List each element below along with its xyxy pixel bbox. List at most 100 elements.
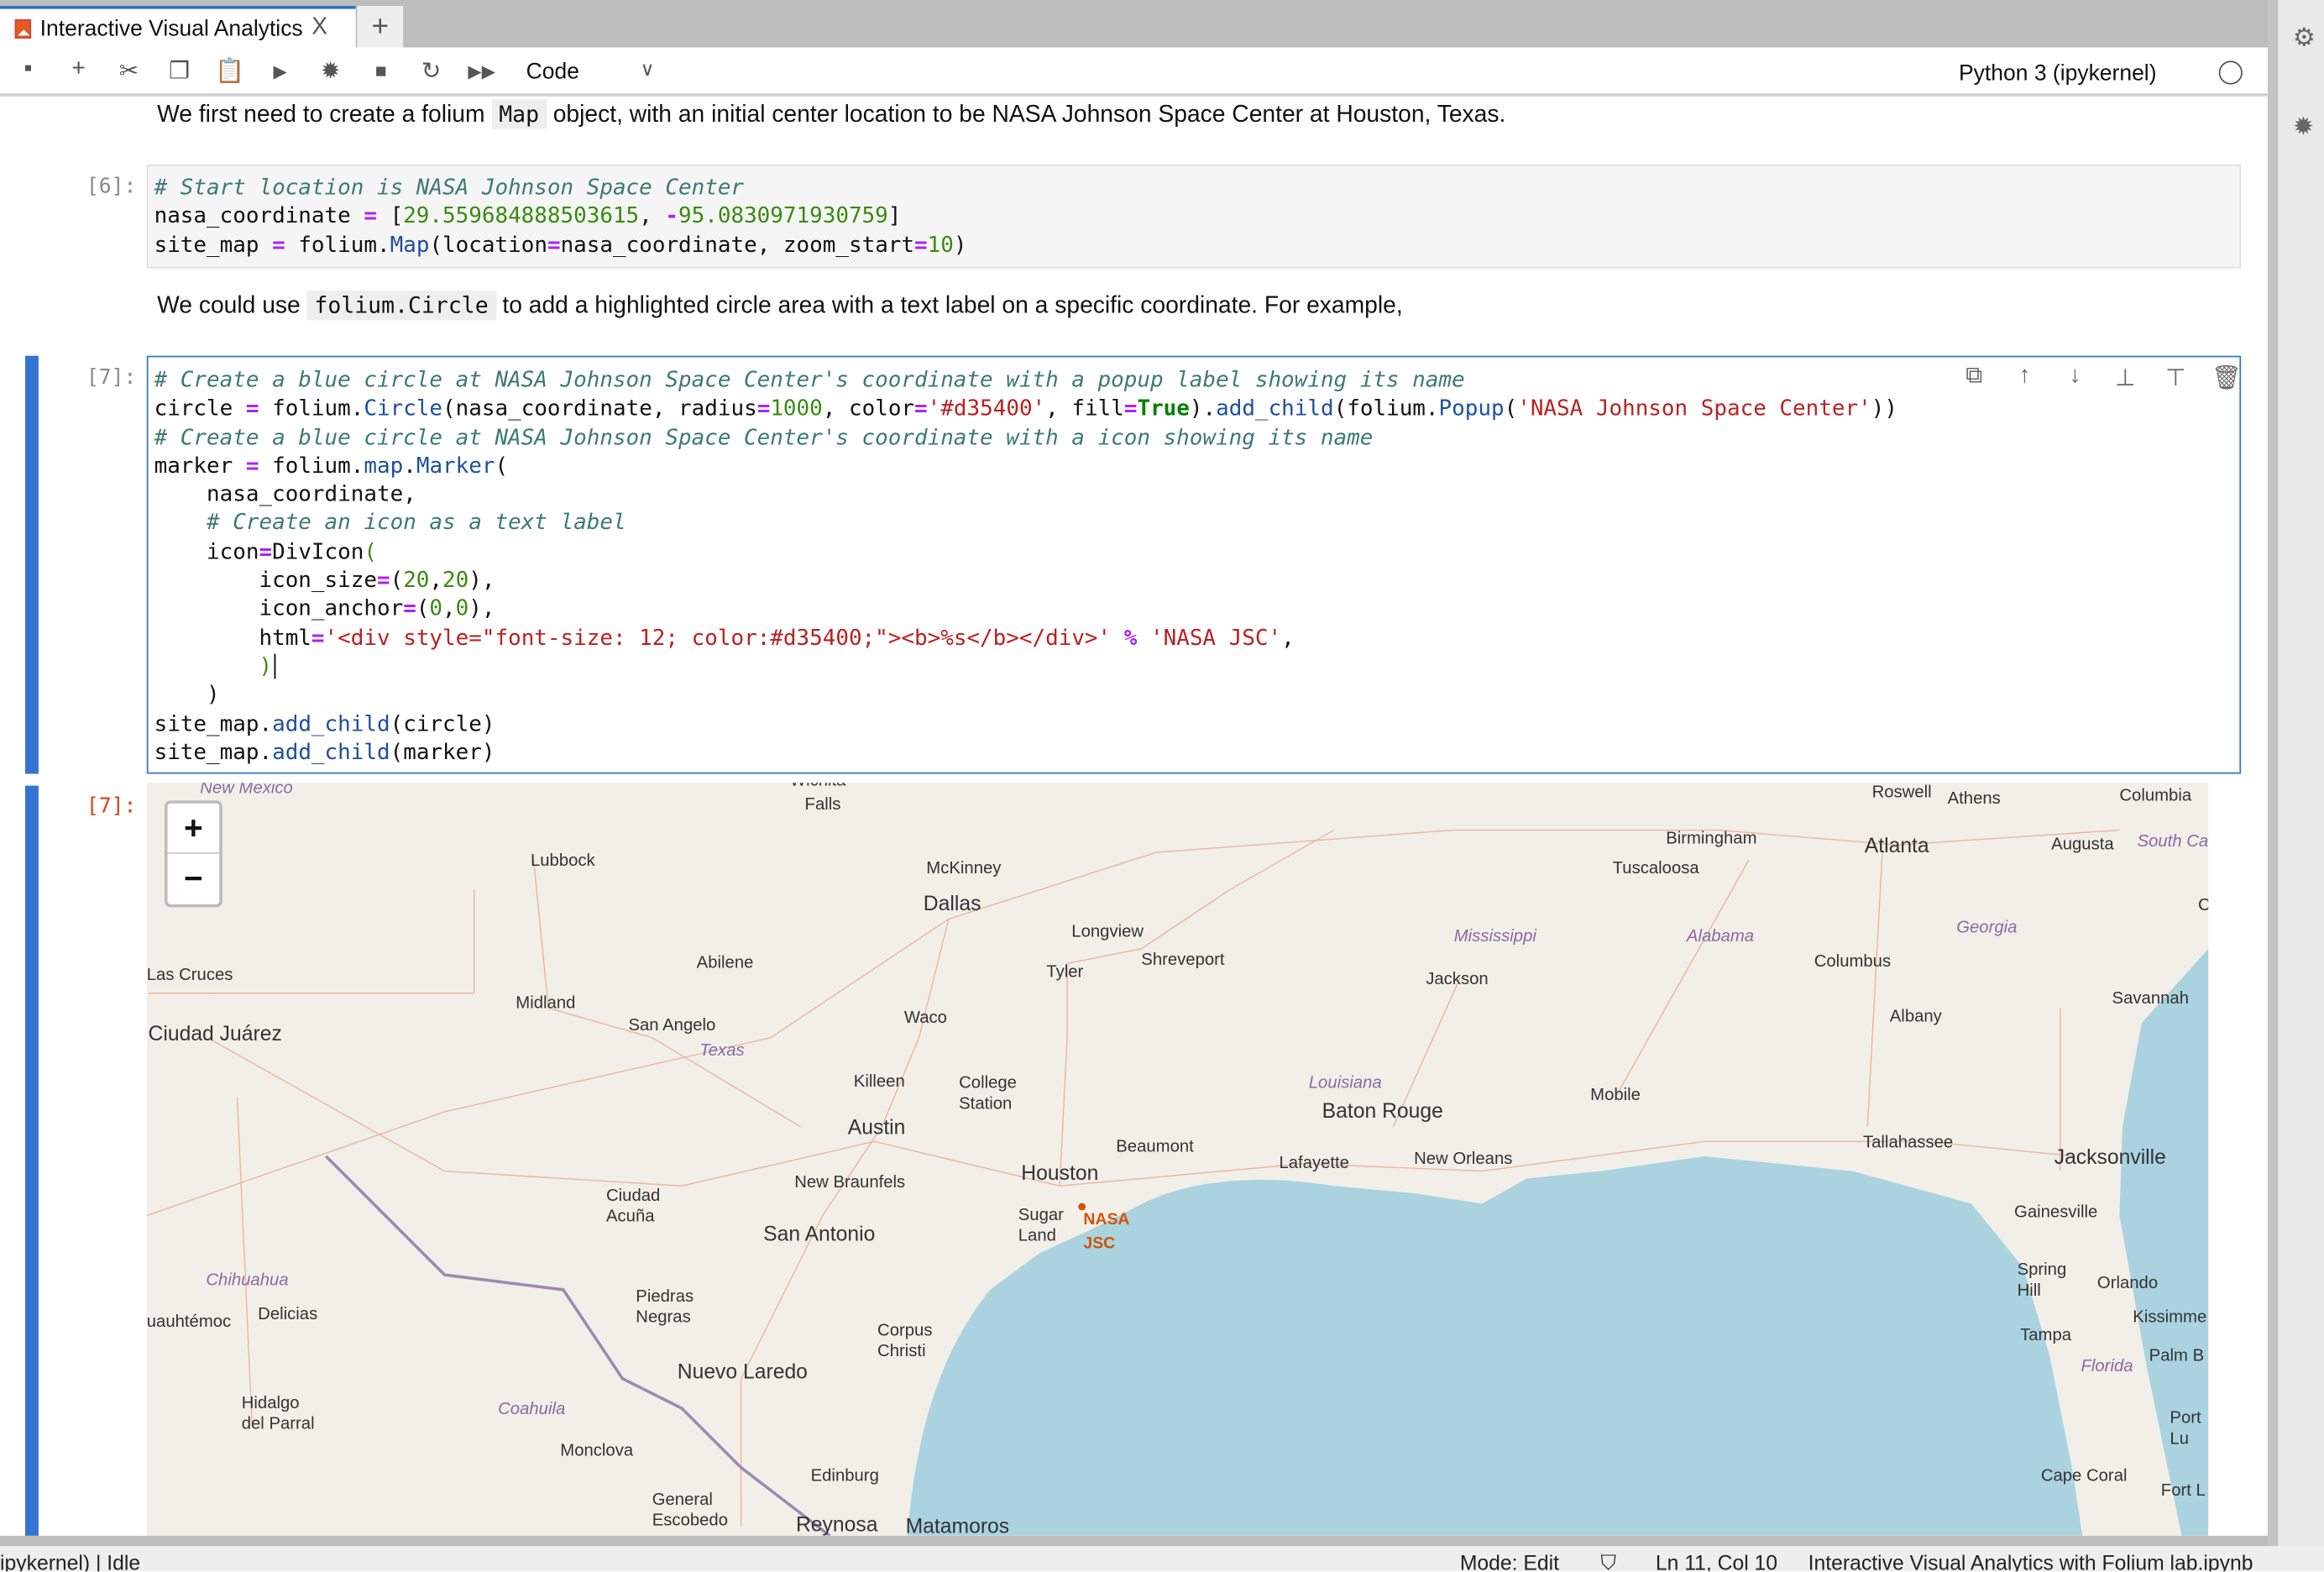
map-label-line: Albany <box>1890 1007 1943 1025</box>
debugger-icon[interactable]: ✹ <box>2293 113 2314 142</box>
cut-icon[interactable]: ✂ <box>114 56 144 86</box>
map-label: Ciudad Juárez <box>149 1023 282 1045</box>
map-label: New Braunfels <box>794 1173 905 1192</box>
code-token: ) <box>953 232 967 258</box>
map-label: Augusta <box>2051 836 2114 854</box>
code-token: (marker) <box>390 739 495 765</box>
map-label: Jackson <box>1426 970 1488 988</box>
map-label: Abilene <box>697 954 754 972</box>
paste-icon[interactable]: 📋 <box>215 56 244 86</box>
kernel-status[interactable]: ipykernel) | Idle <box>0 1551 140 1572</box>
code-token: . <box>403 453 416 479</box>
cell-toolbar: ⧉ ↑ ↓ ⊥ ⊤ 🗑 <box>1960 364 2241 393</box>
move-up-icon[interactable]: ↑ <box>2010 364 2039 393</box>
code-token: 'NASA Johnson Space Center' <box>1517 396 1871 422</box>
insert-below-icon[interactable]: ⊤ <box>2161 364 2191 393</box>
cursor-position[interactable]: Ln 11, Col 10 <box>1656 1551 1777 1572</box>
jupyterlab-window: Interactive Visual Analytics X + ⚙ ✹ ▪ +… <box>0 0 2324 1572</box>
new-tab-button[interactable]: + <box>357 6 404 48</box>
map-label-line: Midland <box>516 993 575 1012</box>
map-label-line: Jackson <box>1426 970 1488 988</box>
restart-icon[interactable]: ↻ <box>416 56 446 86</box>
map-label: Wichita <box>790 783 846 790</box>
markdown-cell[interactable]: We first need to create a folium Map obj… <box>157 99 1506 129</box>
map-label: Shreveport <box>1141 951 1225 969</box>
map-label-line: Lu <box>2170 1429 2189 1448</box>
map-label: Savannah <box>2112 989 2189 1008</box>
tab-bar: Interactive Visual Analytics X + <box>0 0 2279 48</box>
map-label: Falls <box>805 795 841 814</box>
code-line: site_map.add_child(circle) <box>154 710 2234 738</box>
move-down-icon[interactable]: ↓ <box>2060 364 2090 393</box>
nasa-circle-marker[interactable] <box>1078 1203 1086 1211</box>
save-icon[interactable]: ▪ <box>13 56 43 83</box>
code-token: circle <box>154 396 246 422</box>
map-tiles[interactable]: NASAJSC New MexicoWichitaFallsLubbockMcK… <box>146 783 2209 1536</box>
run-icon[interactable]: ▶ <box>265 60 295 81</box>
duplicate-icon[interactable]: ⧉ <box>1960 364 1989 393</box>
code-token: = <box>311 625 325 651</box>
map-label: Coahuila <box>498 1400 565 1418</box>
kernel-name[interactable]: Python 3 (ipykernel) <box>1959 60 2157 86</box>
code-line: html='<div style="font-size: 12; color:#… <box>154 624 2234 652</box>
map-label: Delicias <box>258 1305 317 1323</box>
map-label-line: Palm B <box>2149 1347 2204 1365</box>
map-label-line: Hill <box>2018 1281 2041 1300</box>
map-label: Edinburg <box>811 1467 879 1486</box>
tab-notebook[interactable]: Interactive Visual Analytics X <box>0 6 356 48</box>
close-tab-icon[interactable]: X <box>311 15 327 42</box>
map-label: Orlando <box>2097 1274 2158 1292</box>
code-token: folium. <box>259 396 364 422</box>
map-label-line: Waco <box>904 1009 947 1027</box>
markdown-text: object, with an initial center location … <box>546 102 1506 128</box>
code-editor[interactable]: # Create a blue circle at NASA Johnson S… <box>146 355 2242 774</box>
output-indicator[interactable] <box>25 785 39 1536</box>
map-label-line: Abilene <box>697 954 754 972</box>
map-label: Corpus Christi <box>877 1322 932 1361</box>
zoom-out-button[interactable]: − <box>167 854 219 903</box>
code-line: icon_anchor=(0,0), <box>154 595 2234 624</box>
code-token: = <box>914 396 928 422</box>
code-token: = <box>756 396 771 422</box>
map-label-line: Florida <box>2081 1357 2133 1376</box>
map-label: Tuscaloosa <box>1613 859 1700 878</box>
folium-map[interactable]: NASAJSC New MexicoWichitaFallsLubbockMcK… <box>146 783 2209 1536</box>
active-cell-indicator[interactable] <box>25 355 39 774</box>
property-inspector-icon[interactable]: ⚙ <box>2293 24 2316 53</box>
map-label-line: Texas <box>699 1041 744 1060</box>
delete-icon[interactable]: 🗑 <box>2211 364 2242 393</box>
code-token: Popup <box>1438 396 1505 422</box>
code-token: icon_size <box>154 568 377 594</box>
trust-icon[interactable]: ⛉ <box>1601 1551 1617 1572</box>
stop-icon[interactable]: ■ <box>366 60 395 81</box>
zoom-in-button[interactable]: + <box>167 804 220 854</box>
code-token: # Start location is NASA Johnson Space C… <box>154 175 745 201</box>
horizontal-scrollbar[interactable] <box>0 1535 2268 1547</box>
add-cell-icon[interactable]: + <box>64 56 93 83</box>
code-token: # Create a blue circle at NASA Johnson S… <box>154 367 1465 393</box>
map-label-line: Fort L <box>2161 1481 2206 1500</box>
map-label: Columbus <box>1814 952 1891 971</box>
code-token: 0 <box>429 596 443 622</box>
chevron-down-icon[interactable]: ∨ <box>641 58 655 81</box>
code-token: # Create an icon as a text label <box>207 511 626 537</box>
markdown-cell[interactable]: We could use folium.Circle to add a high… <box>157 291 1403 321</box>
copy-icon[interactable]: ❐ <box>165 56 194 86</box>
code-token: (circle) <box>390 710 495 736</box>
map-label-line: Chihuahua <box>206 1271 288 1290</box>
code-token: Marker <box>416 453 495 479</box>
map-label-line: Reynosa <box>796 1514 878 1536</box>
debug-icon[interactable]: ✹ <box>316 56 345 86</box>
code-token: , <box>1281 625 1295 651</box>
run-all-icon[interactable]: ▶▶ <box>467 60 496 81</box>
insert-above-icon[interactable]: ⊥ <box>2111 364 2140 393</box>
right-sidebar: ⚙ ✹ <box>2267 0 2324 1547</box>
map-label-line: San Angelo <box>628 1016 715 1035</box>
code-token: ( <box>495 453 509 479</box>
code-editor[interactable]: # Start location is NASA Johnson Space C… <box>146 164 2242 269</box>
map-label: Tyler <box>1046 962 1083 981</box>
code-token: folium. <box>259 453 364 479</box>
cell-type-select[interactable]: Code <box>526 60 579 85</box>
notebook-toolbar: ▪ + ✂ ❐ 📋 ▶ ✹ ■ ↻ ▶▶ Code ∨ Python 3 (ip… <box>0 47 2268 97</box>
code-token: ), <box>468 568 495 594</box>
